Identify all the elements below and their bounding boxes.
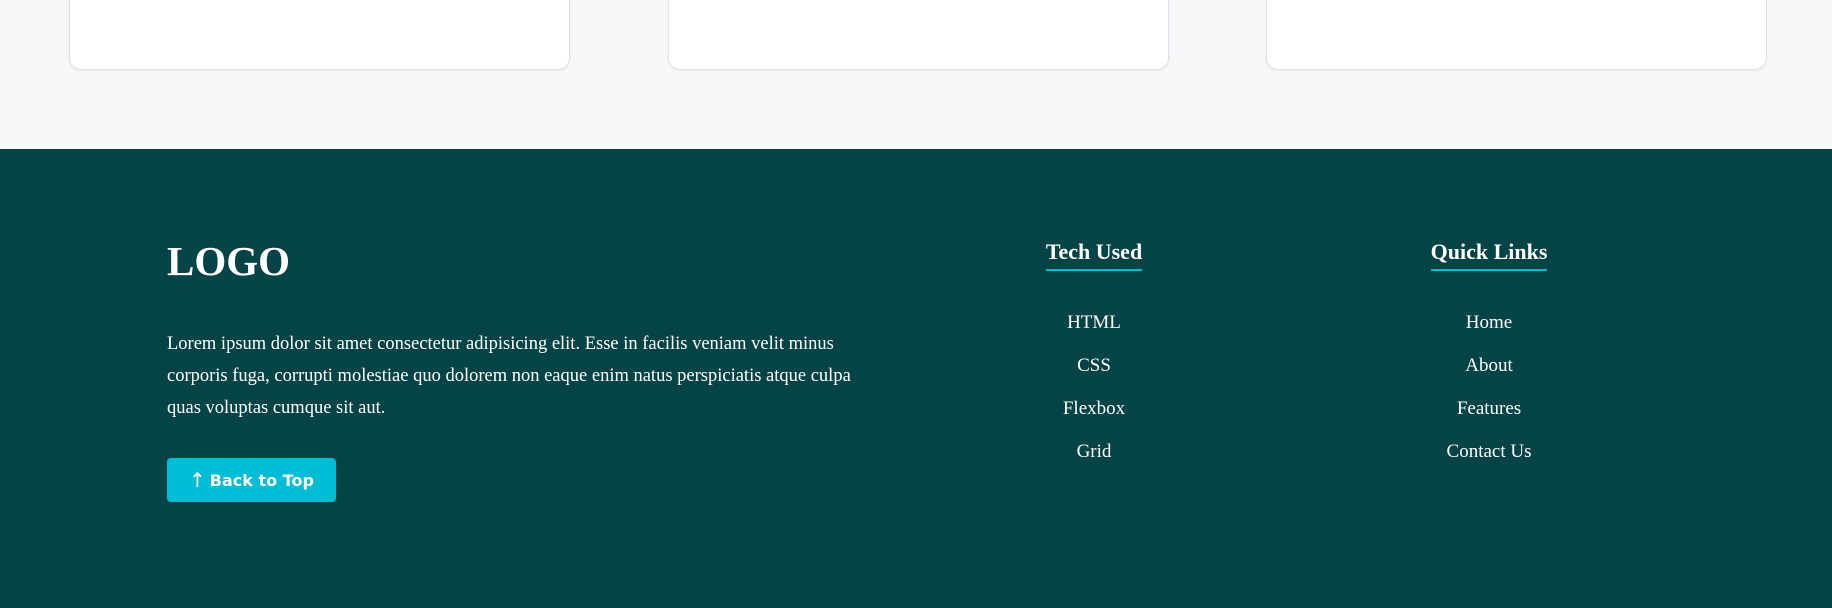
tech-item-html[interactable]: HTML	[964, 301, 1224, 344]
tech-item-grid[interactable]: Grid	[964, 430, 1224, 473]
footer-brand: LOGO Lorem ipsum dolor sit amet consecte…	[167, 241, 887, 502]
quick-link-features[interactable]: Features	[1359, 387, 1619, 430]
features-section	[0, 0, 1832, 149]
quick-link-about[interactable]: About	[1359, 344, 1619, 387]
footer-logo: LOGO	[167, 238, 291, 284]
quick-links-title: Quick Links	[1430, 239, 1548, 271]
quick-link-contact[interactable]: Contact Us	[1359, 430, 1619, 473]
tech-used-list: HTML CSS Flexbox Grid	[964, 301, 1224, 473]
quick-link-home[interactable]: Home	[1359, 301, 1619, 344]
quick-links-list: Home About Features Contact Us	[1359, 301, 1619, 473]
arrow-up-icon: ↑	[189, 468, 206, 492]
quick-links-column: Quick Links Home About Features Contact …	[1359, 239, 1619, 473]
feature-card	[1266, 0, 1767, 70]
tech-item-flexbox[interactable]: Flexbox	[964, 387, 1224, 430]
back-to-top-button[interactable]: ↑ Back to Top	[167, 458, 336, 502]
tech-used-title: Tech Used	[1045, 239, 1143, 271]
feature-card	[668, 0, 1169, 70]
site-footer: LOGO Lorem ipsum dolor sit amet consecte…	[0, 149, 1832, 608]
feature-card	[69, 0, 570, 70]
back-to-top-label: Back to Top	[209, 470, 314, 490]
tech-used-column: Tech Used HTML CSS Flexbox Grid	[964, 239, 1224, 473]
tech-item-css[interactable]: CSS	[964, 344, 1224, 387]
footer-description: Lorem ipsum dolor sit amet consectetur a…	[167, 334, 851, 418]
